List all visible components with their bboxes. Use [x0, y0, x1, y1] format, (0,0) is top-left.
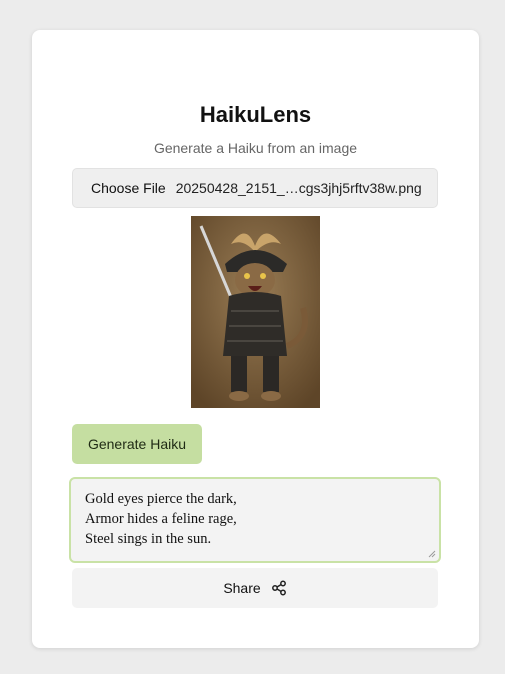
- image-preview: [191, 216, 320, 408]
- haiku-line: Steel sings in the sun.: [85, 531, 212, 547]
- generate-haiku-button[interactable]: Generate Haiku: [72, 424, 202, 464]
- choose-file-button[interactable]: Choose File: [91, 180, 166, 196]
- share-button[interactable]: Share: [72, 568, 438, 608]
- selected-file-name: 20250428_2151_…cgs3jhj5rftv38w.png: [175, 180, 422, 196]
- page-subtitle: Generate a Haiku from an image: [153, 140, 358, 156]
- file-input[interactable]: Choose File 20250428_2151_…cgs3jhj5rftv3…: [72, 168, 438, 208]
- share-icon: [271, 580, 287, 596]
- haiku-line: Armor hides a feline rage,: [85, 511, 237, 527]
- haiku-textarea[interactable]: Gold eyes pierce the dark, Armor hides a…: [69, 477, 441, 563]
- samurai-cat-image: [191, 216, 320, 408]
- share-label: Share: [223, 580, 261, 596]
- resize-grip-icon[interactable]: [428, 550, 436, 558]
- page-title: HaikuLens: [199, 102, 312, 127]
- haiku-line: Gold eyes pierce the dark,: [85, 491, 237, 507]
